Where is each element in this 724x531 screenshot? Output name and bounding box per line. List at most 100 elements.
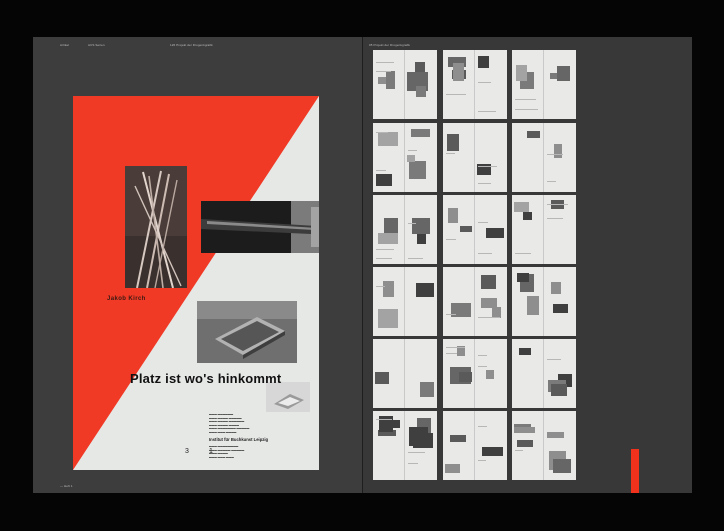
spread-thumbnail [512, 339, 576, 408]
thumbnail-image [481, 275, 496, 289]
thumbnail-text-line [478, 183, 491, 184]
thumbnail-page [373, 339, 405, 408]
thumbnail-page [443, 123, 475, 192]
poster-institution: Institut für Buchkunst Leipzig [209, 437, 269, 442]
thumbnail-image [378, 132, 398, 146]
thumbnail-text-line [446, 153, 455, 154]
thumbnail-image [376, 174, 392, 186]
thumbnail-page [405, 195, 437, 264]
thumbnail-text-line [547, 204, 568, 205]
list-line: ▬▬▬ ▬▬▬ ▬▬▬▬ [209, 430, 237, 434]
thumbnail-page [443, 339, 475, 408]
thumbnail-page [544, 267, 576, 336]
thumbnail-image [553, 304, 568, 313]
spread-thumbnail [443, 123, 507, 192]
footer-issue: — Heft 1 [60, 484, 73, 488]
thumbnail-image [514, 427, 535, 433]
spread-thumbnail [373, 339, 437, 408]
thumbnail-page [373, 50, 405, 119]
thumbnail-image [519, 348, 531, 355]
thumbnail-text-line [547, 154, 563, 155]
spread-thumbnail [373, 267, 437, 336]
thumbnail-page [512, 123, 544, 192]
poster-number-right: 1 [209, 448, 213, 455]
thumbnail-text-line [515, 99, 536, 100]
thumbnail-page [443, 267, 475, 336]
thumbnail-text-line [408, 223, 416, 224]
thumbnail-page [512, 267, 544, 336]
thumbnail-text-line [446, 239, 456, 240]
thumbnail-text-line [408, 463, 418, 464]
poster-author: Jakob Kirch [107, 296, 146, 302]
thumbnail-image [453, 63, 464, 81]
thumbnail-text-line [547, 218, 563, 219]
thumbnail-image [460, 226, 472, 232]
thumbnail-image [527, 131, 540, 138]
red-triangle [73, 96, 319, 470]
photo-small-object [266, 382, 310, 412]
right-page: 05 Projekt der Drogenkgrafik [363, 37, 692, 493]
thumbnail-image [557, 66, 570, 81]
thumbnail-text-line [515, 253, 531, 254]
thumbnail-page [512, 195, 544, 264]
thumbnail-text-line [478, 222, 488, 223]
spread-thumbnail [443, 267, 507, 336]
thumbnail-image [553, 459, 571, 473]
thumbnail-page [544, 50, 576, 119]
spread-thumbnail [373, 195, 437, 264]
poster-title: Platz ist wo's hinkommt [130, 371, 282, 386]
header-series: ACS Serien [88, 43, 105, 47]
thumbnail-image [409, 161, 426, 179]
thumbnail-text-line [478, 355, 487, 356]
thumbnail-image [486, 370, 494, 379]
thumbnail-image [551, 384, 567, 396]
thumbnail-page [405, 267, 437, 336]
thumbnail-page [373, 411, 405, 480]
thumbnail-text-line [547, 181, 556, 182]
thumbnail-page [373, 195, 405, 264]
thumbnail-image [375, 372, 389, 384]
thumbnail-text-line [478, 166, 497, 167]
thumbnail-page [544, 339, 576, 408]
thumbnail-image [420, 382, 434, 397]
thumbnail-page [475, 195, 507, 264]
list-line: ▬▬▬ ▬▬▬ ▬▬▬ [209, 455, 234, 459]
thumbnail-image [514, 202, 529, 212]
thumbnail-text-line [515, 450, 523, 451]
left-page: Artikel ACS Serien 126 Projekt der Droge… [33, 37, 363, 493]
thumbnail-text-line [376, 170, 386, 171]
thumbnail-image [407, 155, 415, 162]
thumbnail-text-line [408, 258, 423, 259]
thumbnail-page [544, 411, 576, 480]
spread-thumbnail [512, 123, 576, 192]
thumbnail-image [416, 86, 426, 97]
thumbnail-image [486, 228, 504, 238]
photo-leaning-rods [125, 166, 187, 288]
thumbnail-text-line [478, 366, 487, 367]
photo-table-edge [201, 201, 319, 253]
thumbnail-text-line [376, 419, 392, 420]
poster-number-left: 3 [185, 448, 189, 455]
thumbnail-text-line [376, 249, 394, 250]
thumbnail-text-line [376, 286, 385, 287]
thumbnail-image [517, 440, 533, 447]
thumbnail-image [516, 65, 527, 81]
thumbnail-text-line [478, 460, 486, 461]
thumbnail-image [478, 56, 489, 68]
thumbnail-text-line [376, 62, 394, 63]
photo-tray [197, 301, 297, 363]
thumbnail-text-line [408, 150, 417, 151]
thumbnail-text-line [446, 94, 466, 95]
spread-thumbnail [512, 267, 576, 336]
thumbnail-text-line [515, 109, 538, 110]
thumbnail-image [411, 129, 430, 137]
thumbnail-text-line [446, 347, 465, 348]
spread-thumbnail [443, 411, 507, 480]
thumbnail-text-line [446, 314, 456, 315]
thumbnail-page [373, 267, 405, 336]
thumbnail-page [475, 123, 507, 192]
thumbnail-page [443, 195, 475, 264]
thumbnail-text-line [446, 353, 457, 354]
thumbnail-image [459, 372, 472, 382]
thumbnail-image [413, 433, 433, 448]
